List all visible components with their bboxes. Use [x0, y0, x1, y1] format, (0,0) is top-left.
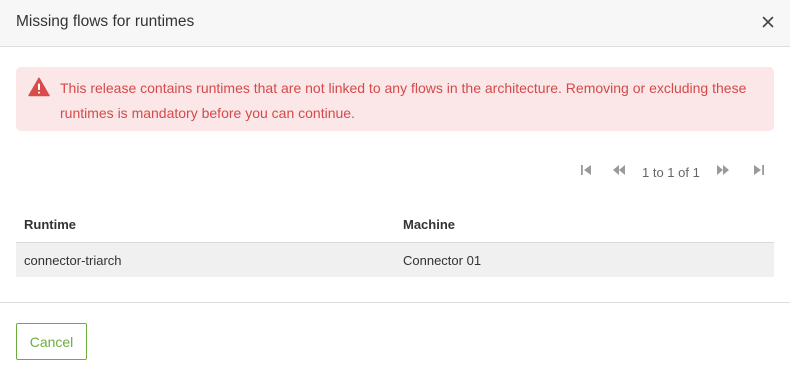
runtimes-table: Runtime Machine connector-triarch Connec…: [16, 207, 774, 277]
cell-runtime: connector-triarch: [24, 253, 122, 268]
first-page-icon[interactable]: [579, 163, 593, 182]
table-header: Runtime Machine: [16, 207, 774, 243]
warning-triangle-icon: [28, 77, 50, 102]
next-page-icon[interactable]: [715, 163, 731, 182]
footer-divider: [0, 302, 790, 303]
table-row[interactable]: connector-triarch Connector 01: [16, 243, 774, 277]
column-header-runtime[interactable]: Runtime: [24, 217, 76, 232]
missing-flows-dialog: Missing flows for runtimes This release …: [0, 0, 794, 371]
cell-machine: Connector 01: [403, 253, 482, 268]
cancel-button[interactable]: Cancel: [16, 323, 87, 360]
last-page-icon[interactable]: [752, 163, 766, 182]
column-header-machine[interactable]: Machine: [403, 217, 455, 232]
alert-message: This release contains runtimes that are …: [60, 80, 747, 121]
previous-page-icon[interactable]: [611, 163, 627, 182]
error-alert: This release contains runtimes that are …: [16, 67, 774, 131]
close-icon[interactable]: [758, 12, 778, 32]
dialog-header: Missing flows for runtimes: [0, 0, 790, 47]
pagination: 1 to 1 of 1: [575, 160, 775, 184]
pagination-info: 1 to 1 of 1: [642, 165, 700, 180]
dialog-title: Missing flows for runtimes: [16, 13, 195, 30]
